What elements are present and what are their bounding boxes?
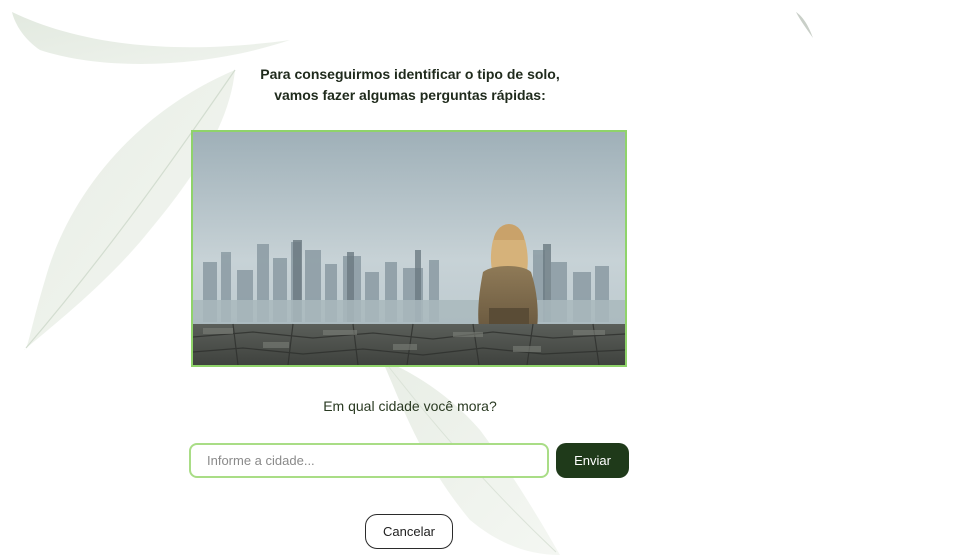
cancel-button[interactable]: Cancelar: [365, 514, 453, 549]
intro-photo: [191, 130, 627, 367]
city-input[interactable]: [189, 443, 549, 478]
leaf-shape: [12, 12, 290, 64]
photo-illustration: [193, 132, 625, 365]
send-button[interactable]: Enviar: [556, 443, 629, 478]
intro-line-1: Para conseguirmos identificar o tipo de …: [260, 66, 560, 82]
intro-line-2: vamos fazer algumas perguntas rápidas:: [274, 87, 546, 103]
page: Para conseguirmos identificar o tipo de …: [0, 0, 969, 559]
intro-headline: Para conseguirmos identificar o tipo de …: [160, 64, 660, 106]
leaf-shape: [796, 12, 813, 38]
question-text: Em qual cidade você mora?: [323, 398, 497, 414]
